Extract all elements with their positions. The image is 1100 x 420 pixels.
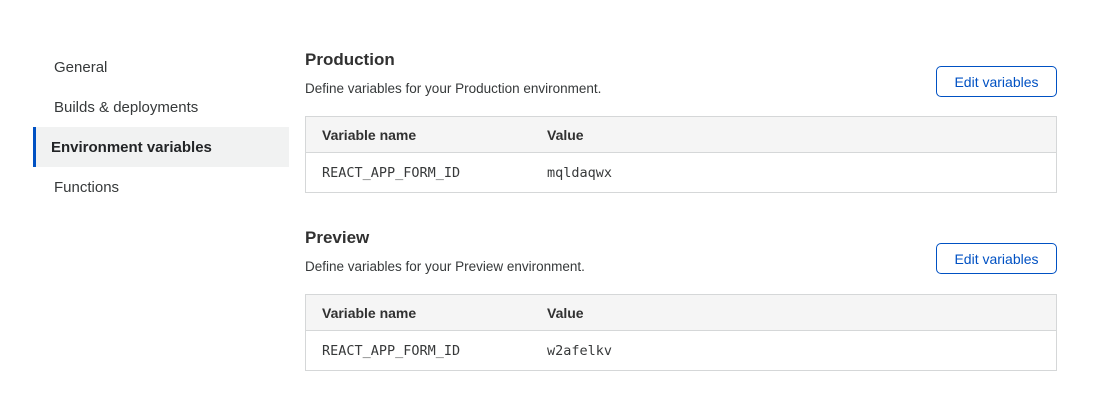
table-row: REACT_APP_FORM_ID w2afelkv [306,331,1056,370]
table-row: REACT_APP_FORM_ID mqldaqwx [306,153,1056,192]
settings-sidebar: General Builds & deployments Environment… [33,47,289,207]
table-header-row: Variable name Value [306,117,1056,153]
sidebar-item-label: General [54,59,107,76]
preview-section-title: Preview [305,228,369,248]
sidebar-item-builds-deployments[interactable]: Builds & deployments [33,87,289,127]
variable-value-cell: mqldaqwx [547,165,1056,181]
production-section-description: Define variables for your Production env… [305,81,601,96]
column-header-value: Value [547,127,1056,143]
production-section-title: Production [305,50,395,70]
sidebar-item-general[interactable]: General [33,47,289,87]
preview-edit-variables-button[interactable]: Edit variables [936,243,1057,274]
sidebar-item-environment-variables[interactable]: Environment variables [33,127,289,167]
column-header-value: Value [547,305,1056,321]
production-variables-table: Variable name Value REACT_APP_FORM_ID mq… [305,116,1057,193]
production-edit-variables-button[interactable]: Edit variables [936,66,1057,97]
preview-section-description: Define variables for your Preview enviro… [305,259,585,274]
sidebar-item-label: Builds & deployments [54,99,198,116]
column-header-variable-name: Variable name [306,127,547,143]
variable-value-cell: w2afelkv [547,343,1056,359]
sidebar-item-functions[interactable]: Functions [33,167,289,207]
variable-name-cell: REACT_APP_FORM_ID [306,165,547,181]
environment-variables-panel: Production Define variables for your Pro… [305,0,1057,420]
preview-variables-table: Variable name Value REACT_APP_FORM_ID w2… [305,294,1057,371]
sidebar-item-label: Environment variables [51,139,212,156]
sidebar-item-label: Functions [54,179,119,196]
column-header-variable-name: Variable name [306,305,547,321]
variable-name-cell: REACT_APP_FORM_ID [306,343,547,359]
table-header-row: Variable name Value [306,295,1056,331]
